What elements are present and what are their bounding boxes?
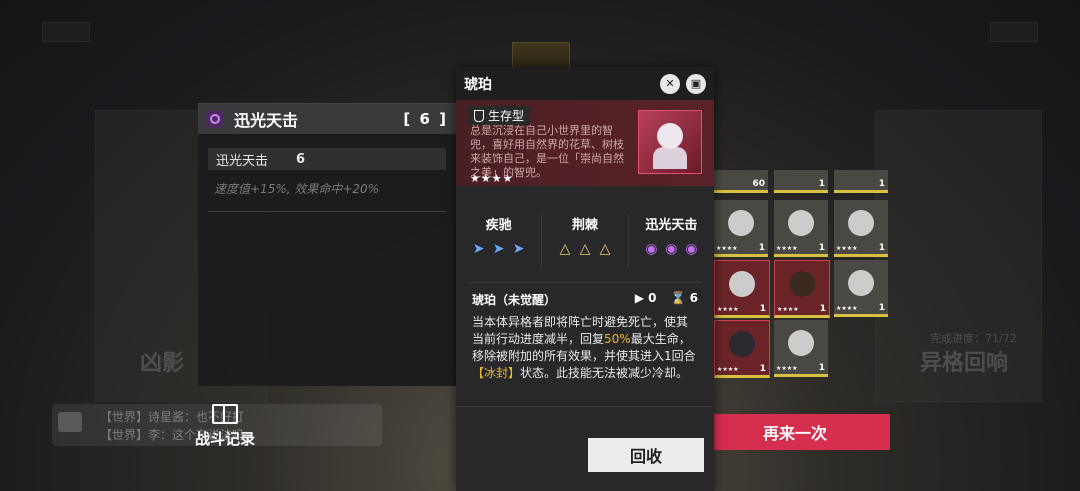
chat-icon <box>58 412 82 432</box>
character-skill-name: 琥珀（未觉醒） <box>472 293 557 307</box>
character-cell[interactable]: ★★★★ 1 <box>774 260 830 318</box>
character-portrait <box>848 270 874 296</box>
character-skill-header: 琥珀（未觉醒） ▶ 0 ⌛ 6 <box>472 291 698 308</box>
thorn-icon: △ <box>559 241 571 257</box>
skill-title: 迅光天击 <box>234 111 299 130</box>
type-label: 生存型 <box>488 109 525 123</box>
character-cell[interactable]: ★★★★ 1 <box>834 260 888 317</box>
skill-row-name: 迅光天击 <box>216 153 269 169</box>
cell-level: 1 <box>878 303 885 313</box>
character-cell[interactable]: ★★★★ 1 <box>774 200 828 257</box>
dash-icon: ➤ <box>492 241 505 257</box>
swirl-icon: ◉ <box>665 241 678 257</box>
book-icon <box>212 404 238 424</box>
trait-item[interactable]: 荆棘 △ △ △ <box>542 214 629 268</box>
character-cell[interactable]: ★★★★ 1 <box>774 320 828 377</box>
character-portrait <box>638 110 702 174</box>
trait-name: 迅光天击 <box>645 218 698 233</box>
character-portrait <box>729 331 755 357</box>
skill-header: 迅光天击 [ 6 ] <box>198 104 456 134</box>
cell-level: 1 <box>878 243 885 253</box>
skill-stat-2: ⌛ 6 <box>670 291 698 305</box>
cell-level: 1 <box>818 363 825 373</box>
character-cell[interactable]: ★★★★ 1 <box>714 260 770 318</box>
battle-record-button[interactable]: 战斗记录 <box>190 404 260 449</box>
divider <box>208 211 446 212</box>
retry-button[interactable]: 再来一次 <box>700 414 890 450</box>
cell-level: 1 <box>759 364 766 374</box>
trait-name: 荆棘 <box>571 218 598 233</box>
character-popup: 琥珀 ✕ ▣ 生存型 总是沉浸在自己小世界里的智兜，喜好用自然界的花草、树枝来装… <box>456 67 714 491</box>
divider <box>456 406 714 407</box>
lock-icon[interactable]: ▣ <box>686 73 706 94</box>
character-cell[interactable]: ★★★★ 1 <box>714 320 770 378</box>
character-cell[interactable]: 1 <box>774 170 828 193</box>
thorn-icon: △ <box>579 241 591 257</box>
character-profile: 生存型 总是沉浸在自己小世界里的智兜，喜好用自然界的花草、树枝来装饰自己，是一位… <box>456 100 714 186</box>
cell-level: 1 <box>818 179 825 189</box>
skill-row-level: 6 <box>296 151 306 167</box>
type-badge: 生存型 <box>468 106 531 125</box>
shield-icon <box>474 109 484 122</box>
skill-panel: 迅光天击 [ 6 ] 迅光天击 6 速度值+15%, 效果命中+20% <box>198 103 456 386</box>
character-cell[interactable]: ★★★★ 1 <box>714 200 768 257</box>
character-portrait <box>848 210 874 236</box>
skill-count: [ 6 ] <box>403 110 448 128</box>
swirl-icon: ◉ <box>685 241 698 257</box>
trait-list: 疾驰 ➤ ➤ ➤ 荆棘 △ △ △ 迅光天击 ◉ ◉ ◉ <box>456 214 714 268</box>
divider <box>468 282 702 283</box>
swirl-icon: ◉ <box>645 241 658 257</box>
thorn-icon: △ <box>599 241 611 257</box>
skill-stat-1: ▶ 0 <box>634 291 657 305</box>
cell-level: 1 <box>758 243 765 253</box>
character-portrait <box>789 271 815 297</box>
recall-button[interactable]: 回收 <box>588 438 704 472</box>
character-name: 琥珀 <box>464 76 492 93</box>
cell-level: 1 <box>759 304 766 314</box>
trait-name: 疾驰 <box>485 218 512 233</box>
character-cell[interactable]: ★★★★ 1 <box>834 200 888 257</box>
character-portrait <box>728 210 754 236</box>
trait-item[interactable]: 疾驰 ➤ ➤ ➤ <box>456 214 543 268</box>
star-rating: ★★★★ <box>470 172 514 185</box>
dash-icon: ➤ <box>472 241 485 257</box>
skill-bonus: 速度值+15%, 效果命中+20% <box>214 182 380 196</box>
skill-level-row: 迅光天击 6 <box>208 148 446 170</box>
dash-icon: ➤ <box>512 241 525 257</box>
character-portrait <box>729 271 755 297</box>
cell-level: 1 <box>878 179 885 189</box>
trash-icon[interactable]: ✕ <box>660 73 680 94</box>
character-cell[interactable]: 1 <box>834 170 888 193</box>
battle-record-label: 战斗记录 <box>194 430 255 448</box>
character-portrait <box>788 330 814 356</box>
trait-item[interactable]: 迅光天击 ◉ ◉ ◉ <box>629 214 714 268</box>
character-cell[interactable]: 60 <box>714 170 768 193</box>
cell-level: 1 <box>819 304 826 314</box>
skill-effect: 当本体异格者即将阵亡时避免死亡，使其当前行动进度减半，回复50%最大生命，移除被… <box>472 315 696 380</box>
cell-level: 60 <box>752 179 765 189</box>
swirl-icon <box>206 110 224 128</box>
character-portrait <box>788 210 814 236</box>
popup-header: 琥珀 ✕ ▣ <box>456 67 714 100</box>
cell-level: 1 <box>818 243 825 253</box>
